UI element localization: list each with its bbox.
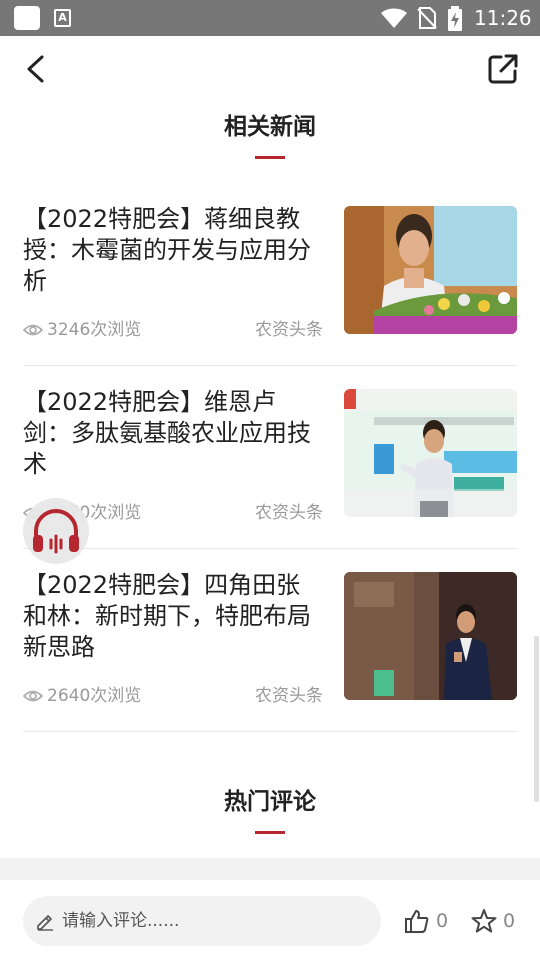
news-source: 农资头条 [255,503,323,523]
news-item[interactable]: 【2022特肥会】四角田张和林：新时期下，特肥布局新思路 2640次浏览 农资头… [0,552,540,735]
news-meta: 3246次浏览 农资头条 [23,318,323,342]
section-separator [0,858,540,880]
external-share-icon [488,54,518,84]
favorite-count: 0 [503,910,516,932]
star-icon [471,909,497,933]
like-count: 0 [436,910,449,932]
news-source: 农资头条 [255,686,323,706]
news-thumbnail[interactable] [344,206,517,334]
like-button[interactable]: 0 [404,908,450,936]
news-meta: 2640次浏览 农资头条 [23,684,323,708]
news-source: 农资头条 [255,320,323,340]
pencil-icon [37,915,53,931]
eye-icon [23,324,43,336]
eye-icon [23,690,43,702]
headphones-icon [33,509,79,554]
chevron-left-icon [27,55,44,83]
view-count: 3246次浏览 [47,320,142,340]
news-title[interactable]: 【2022特肥会】蒋细良教授：木霉菌的开发与应用分析 [23,204,323,297]
view-count: 2640次浏览 [47,686,142,706]
divider [23,548,517,549]
back-button[interactable] [20,52,52,86]
comment-input[interactable]: 请输入评论...... [23,896,381,946]
scrollbar[interactable] [534,636,539,802]
status-bar: A 11:26 [0,0,540,36]
status-time: 11:26 [474,6,532,30]
news-title[interactable]: 【2022特肥会】维恩卢剑：多肽氨基酸农业应用技术 [23,387,323,480]
related-news-title: 相关新闻 [224,114,316,140]
wifi-icon [381,8,407,28]
a-notification-icon: A [54,9,71,27]
thumbs-up-icon [405,910,429,933]
divider [23,365,517,366]
news-thumbnail[interactable] [344,572,517,700]
hot-comments-underline [255,831,285,834]
no-sim-icon [417,7,437,29]
related-news-underline [255,156,285,159]
news-item[interactable]: 【2022特肥会】蒋细良教授：木霉菌的开发与应用分析 3246次浏览 农资头条 [0,186,540,369]
hot-comments-title: 热门评论 [224,789,316,815]
divider [23,731,517,732]
favorite-button[interactable]: 0 [471,908,517,936]
comment-bar: 请输入评论...... 0 0 [0,880,540,960]
news-title[interactable]: 【2022特肥会】四角田张和林：新时期下，特肥布局新思路 [23,570,323,663]
news-thumbnail[interactable] [344,389,517,517]
battery-charging-icon [448,6,462,31]
audio-play-button[interactable] [23,498,89,564]
comment-placeholder: 请输入评论...... [62,911,180,931]
app-icon [14,6,40,30]
share-button[interactable] [486,52,520,86]
